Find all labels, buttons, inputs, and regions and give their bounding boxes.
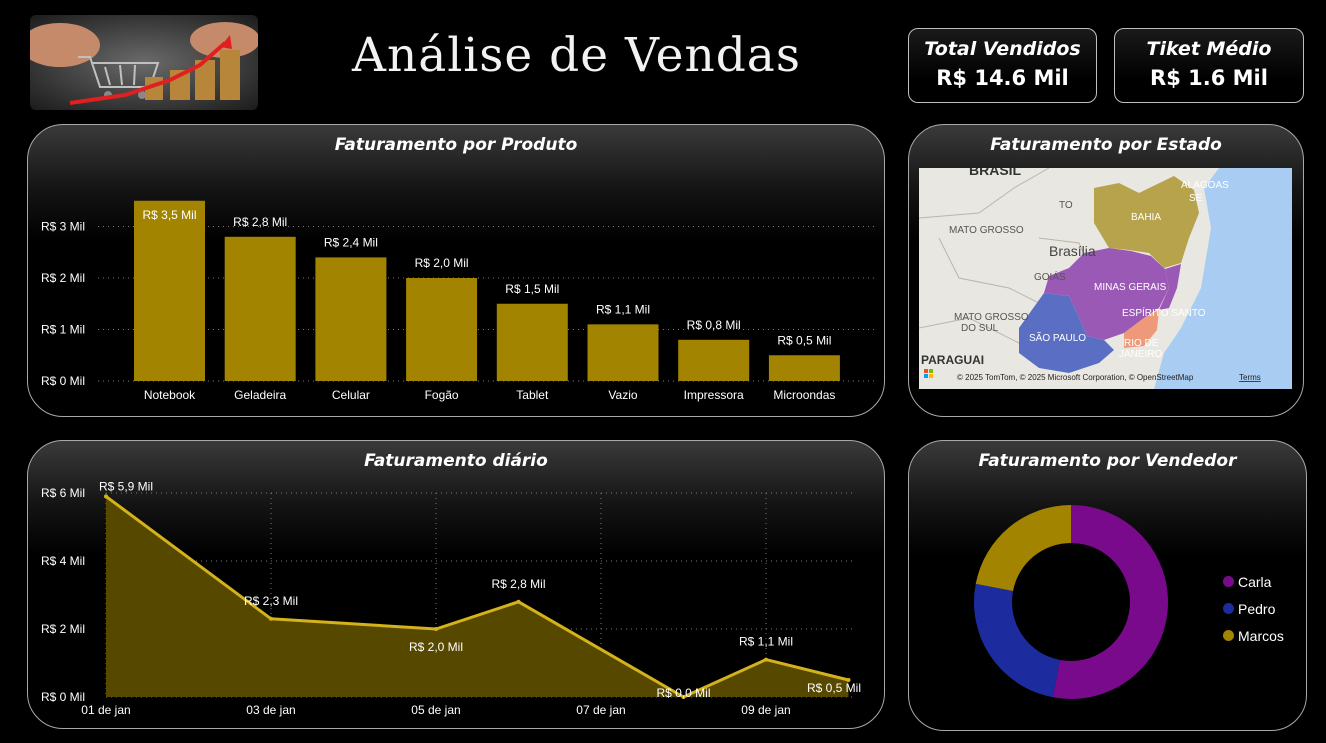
bar-value-label: R$ 1,5 Mil [505, 282, 559, 296]
legend-dot-carla [1223, 576, 1234, 587]
panel-faturamento-diario: Faturamento diário R$ 0 Mil R$ 2 Mil R$ 4 … [27, 440, 885, 729]
kpi-total-value: R$ 14.6 Mil [936, 66, 1069, 90]
kpi-ticket-label: Tiket Médio [1146, 38, 1272, 60]
x-tick-label: Impressora [684, 388, 744, 402]
kpi-ticket-value: R$ 1.6 Mil [1150, 66, 1268, 90]
donut-slice-marcos [975, 505, 1071, 591]
y-tick-label: R$ 2 Mil [41, 271, 85, 285]
point-value-label: R$ 0,0 Mil [656, 686, 710, 700]
bar-vazio [587, 324, 659, 381]
bar-tablet [496, 303, 568, 381]
panel-faturamento-produto: Faturamento por Produto R$ 0 Mil R$ 1 Mil… [27, 124, 885, 417]
map-label-mato-grosso-sul-2: DO SUL [961, 323, 999, 334]
map-terms-link[interactable]: Terms [1239, 373, 1261, 382]
x-tick-label: Notebook [144, 388, 196, 402]
donut-slice-pedro [974, 583, 1060, 698]
legend-dot-pedro [1223, 603, 1234, 614]
bar-value-label: R$ 0,8 Mil [687, 318, 741, 332]
data-point [104, 494, 108, 499]
bar-value-label: R$ 2,0 Mil [415, 256, 469, 270]
map-label-bahia: BAHIA [1131, 212, 1161, 223]
bar-impressora [678, 339, 750, 381]
map-label-to: TO [1059, 200, 1073, 211]
map-attribution: © 2025 TomTom, © 2025 Microsoft Corporat… [957, 373, 1194, 382]
data-point [516, 599, 521, 604]
panel-faturamento-vendedor: Faturamento por Vendedor Carla Pedro Mar… [908, 440, 1307, 731]
bar-notebook [134, 200, 205, 381]
x-tick-label: 01 de jan [81, 703, 130, 717]
legend-item-pedro[interactable]: Pedro [1223, 595, 1284, 622]
x-tick-label: Geladeira [234, 388, 286, 402]
y-tick-label: R$ 0 Mil [41, 374, 85, 388]
legend-item-carla[interactable]: Carla [1223, 568, 1284, 595]
x-tick-label: Fogão [425, 388, 459, 402]
point-value-label: R$ 2,3 Mil [244, 594, 298, 608]
page-title: Análise de Vendas [352, 28, 801, 83]
y-tick-label: R$ 3 Mil [41, 220, 85, 234]
bar-value-label: R$ 1,1 Mil [596, 302, 650, 316]
bar-chart: R$ 0 Mil R$ 1 Mil R$ 2 Mil R$ 3 Mil R$ 3,5 M… [41, 200, 878, 402]
x-tick-label: Vazio [608, 388, 637, 402]
map-label-rio-2: JANEIRO [1119, 349, 1163, 360]
map-label-mato-grosso: MATO GROSSO [949, 225, 1024, 236]
bar-microondas [768, 355, 840, 381]
panel-title-estado: Faturamento por Estado [990, 135, 1222, 155]
legend-label-pedro: Pedro [1238, 600, 1276, 617]
bar-value-label: R$ 2,4 Mil [324, 235, 378, 249]
map-label-espirito-santo: ESPÍRITO SANTO [1122, 306, 1206, 319]
legend-dot-marcos [1223, 630, 1234, 641]
map-label-rio-1: RIO DE [1124, 338, 1159, 349]
map-label-sao-paulo: SÃO PAULO [1029, 331, 1086, 344]
point-value-label: R$ 2,0 Mil [409, 640, 463, 654]
state-map[interactable]: BRASIL TO ALAGOAS SE BAHIA MATO GROSSO B… [919, 168, 1292, 389]
map-label-goias: GOIÁS [1034, 270, 1066, 283]
data-point [269, 616, 273, 621]
x-tick-label: Celular [332, 388, 370, 402]
x-tick-label: 03 de jan [246, 703, 295, 717]
y-tick-label: R$ 1 Mil [41, 323, 85, 337]
map-label-alagoas: ALAGOAS [1181, 180, 1229, 191]
legend-label-marcos: Marcos [1238, 627, 1284, 644]
point-value-label: R$ 2,8 Mil [491, 577, 545, 591]
area-chart: R$ 0 Mil R$ 2 Mil R$ 4 Mil R$ 6 Mil 01 de ja… [41, 479, 861, 717]
data-point [434, 627, 438, 631]
x-tick-label: 05 de jan [411, 703, 460, 717]
point-value-label: R$ 5,9 Mil [99, 479, 153, 493]
area-fill [106, 496, 849, 697]
legend-item-marcos[interactable]: Marcos [1223, 622, 1284, 649]
bar-value-label: R$ 0,5 Mil [777, 333, 831, 347]
data-point [764, 657, 768, 662]
map-label-brasilia: Brasília [1049, 243, 1096, 259]
map-label-paraguai: PARAGUAI [921, 353, 984, 367]
bar-fogão [406, 278, 478, 381]
donut-legend: Carla Pedro Marcos [1223, 568, 1284, 649]
kpi-total-label: Total Vendidos [924, 38, 1081, 60]
x-tick-label: Tablet [516, 388, 549, 402]
map-label-mato-grosso-sul-1: MATO GROSSO [954, 312, 1029, 323]
y-tick-label: R$ 4 Mil [41, 554, 85, 568]
bar-celular [315, 257, 387, 381]
map-label-minas-gerais: MINAS GERAIS [1094, 282, 1167, 293]
kpi-card-tiket-medio: Tiket Médio R$ 1.6 Mil [1114, 28, 1304, 103]
y-tick-label: R$ 0 Mil [41, 690, 85, 704]
bar-value-label: R$ 2,8 Mil [233, 215, 287, 229]
y-tick-label: R$ 6 Mil [41, 486, 85, 500]
bar-value-label: R$ 3,5 Mil [142, 208, 196, 222]
x-tick-label: 09 de jan [741, 703, 790, 717]
x-tick-label: Microondas [773, 388, 835, 402]
point-value-label: R$ 1,1 Mil [739, 635, 793, 649]
panel-faturamento-estado: Faturamento por Estado BRASIL TO ALAGOAS… [908, 124, 1304, 417]
bar-geladeira [224, 236, 296, 381]
kpi-card-total-vendidos: Total Vendidos R$ 14.6 Mil [908, 28, 1097, 103]
y-tick-label: R$ 2 Mil [41, 622, 85, 636]
map-label-se: SE [1189, 193, 1203, 204]
map-label-brasil: BRASIL [969, 168, 1022, 178]
header-image [30, 15, 258, 110]
x-tick-label: 07 de jan [576, 703, 625, 717]
point-value-label: R$ 0,5 Mil [807, 681, 861, 695]
legend-label-carla: Carla [1238, 573, 1272, 590]
